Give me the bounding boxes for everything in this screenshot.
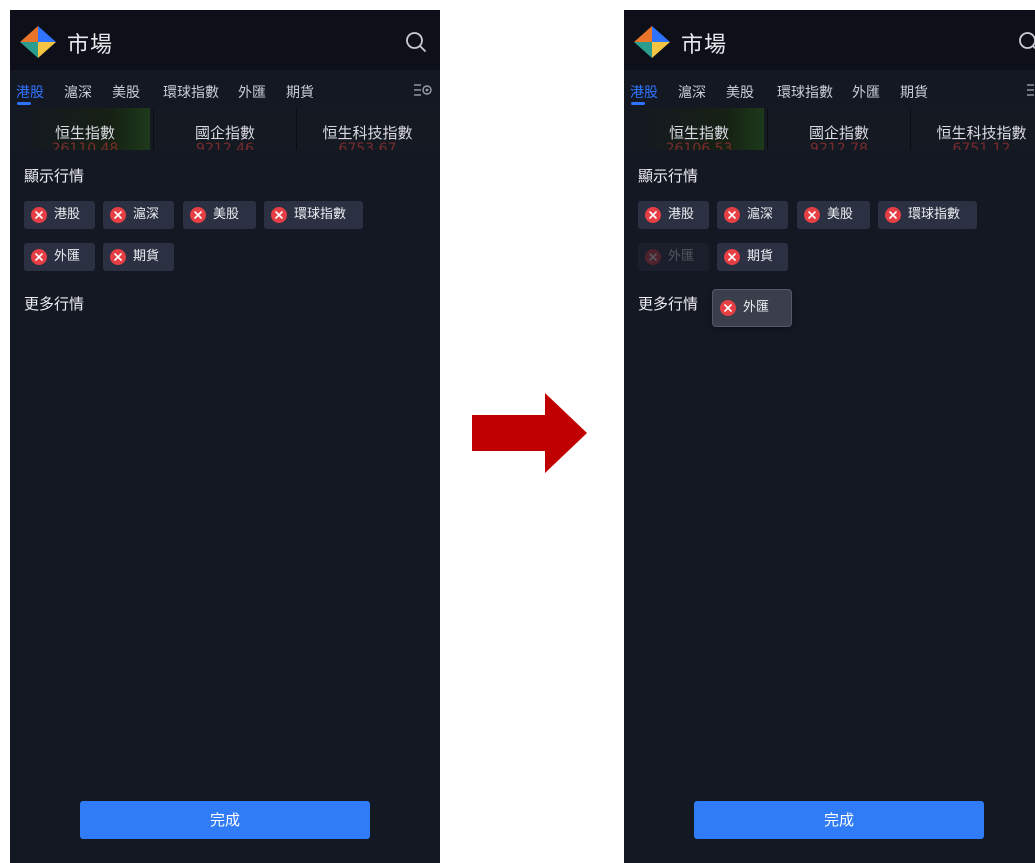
tab-us-stocks[interactable]: 美股 [726,82,754,102]
market-tabs: 港股 滬深 美股 環球指數 外匯 期貨 [624,70,1035,112]
chip-forex-placeholder: 外匯 [638,243,709,271]
right-arrow-icon [472,393,587,473]
remove-icon[interactable] [31,207,47,223]
edit-markets-panel: 顯示行情 港股 滬深 美股 環球指數 外匯 期貨 更多行情 [10,150,440,863]
chip-hk-stocks[interactable]: 港股 [638,201,709,229]
index-card[interactable]: 恒生科技指數 6753.67 [300,108,435,157]
tab-sh-sz[interactable]: 滬深 [678,82,706,102]
settings-icon[interactable] [1027,82,1035,98]
remove-icon[interactable] [110,207,126,223]
remove-icon[interactable] [724,249,740,265]
chip-futures[interactable]: 期貨 [717,243,788,271]
tab-forex[interactable]: 外匯 [852,82,880,102]
index-card[interactable]: 恒生指數 26106.53 [634,108,764,157]
tab-forex[interactable]: 外匯 [238,82,266,102]
chip-label: 期貨 [747,249,774,264]
dragging-chip-forex[interactable]: 外匯 [713,290,791,326]
chip-label: 美股 [827,207,854,222]
page-title: 市場 [681,33,728,58]
done-button[interactable]: 完成 [80,801,370,839]
app-logo-icon [20,26,56,58]
page-title: 市場 [67,33,114,58]
search-icon[interactable] [1017,30,1035,54]
chip-label: 期貨 [133,249,160,264]
tab-hk-stocks[interactable]: 港股 [16,82,44,102]
index-card[interactable]: 國企指數 9212.78 [774,108,904,157]
active-tab-indicator [17,102,31,105]
remove-icon [645,249,661,265]
index-name: 恒生指數 [668,124,729,142]
chip-sh-sz[interactable]: 滬深 [103,201,174,229]
remove-icon[interactable] [645,207,661,223]
chip-label: 滬深 [747,207,774,222]
chip-global-indices[interactable]: 環球指數 [878,201,977,229]
chip-label: 滬深 [133,207,160,222]
app-logo-icon [634,26,670,58]
phone-screen-before: 市場 港股 滬深 美股 環球指數 外匯 期貨 恒生指數 26110.48 國企指… [10,10,440,863]
index-cards: 恒生指數 26106.53 國企指數 9212.78 恒生科技指數 6751.1… [624,108,1035,157]
index-name: 恒生科技指數 [322,124,413,142]
chip-label: 外匯 [54,249,81,264]
more-section-title: 更多行情 [638,295,699,313]
remove-icon[interactable] [31,249,47,265]
remove-icon[interactable] [110,249,126,265]
remove-icon[interactable] [720,300,736,316]
display-section-title: 顯示行情 [24,167,85,185]
more-section-title: 更多行情 [24,295,85,313]
index-card[interactable]: 恒生科技指數 6751.12 [914,108,1035,157]
chip-label: 環球指數 [908,207,961,222]
tab-global-indices[interactable]: 環球指數 [163,82,219,102]
index-name: 恒生指數 [54,124,115,142]
chip-label: 美股 [213,207,240,222]
search-icon[interactable] [404,30,428,54]
active-tab-indicator [631,102,645,105]
chip-label: 環球指數 [294,207,347,222]
tab-futures[interactable]: 期貨 [900,82,928,102]
tab-hk-stocks[interactable]: 港股 [630,82,658,102]
chip-label: 港股 [54,207,81,222]
top-bar: 市場 [624,10,1035,70]
index-cards: 恒生指數 26110.48 國企指數 9212.46 恒生科技指數 6753.6… [10,108,440,157]
chip-hk-stocks[interactable]: 港股 [24,201,95,229]
done-button[interactable]: 完成 [694,801,984,839]
settings-icon[interactable] [414,82,432,98]
chip-forex[interactable]: 外匯 [24,243,95,271]
index-card[interactable]: 恒生指數 26110.48 [20,108,150,157]
edit-markets-panel: 顯示行情 港股 滬深 美股 環球指數 外匯 期貨 更多行情 外匯 [624,150,1035,863]
index-name: 國企指數 [808,124,869,142]
tab-sh-sz[interactable]: 滬深 [64,82,92,102]
index-name: 恒生科技指數 [936,124,1027,142]
remove-icon[interactable] [271,207,287,223]
phone-screen-after: 市場 港股 滬深 美股 環球指數 外匯 期貨 恒生指數 26106.53 國企指… [624,10,1035,863]
remove-icon[interactable] [190,207,206,223]
top-bar: 市場 [10,10,440,70]
tab-futures[interactable]: 期貨 [286,82,314,102]
chip-label: 外匯 [743,300,770,315]
chip-us-stocks[interactable]: 美股 [183,201,256,229]
remove-icon[interactable] [804,207,820,223]
chip-us-stocks[interactable]: 美股 [797,201,870,229]
tab-us-stocks[interactable]: 美股 [112,82,140,102]
remove-icon[interactable] [885,207,901,223]
chip-label: 港股 [668,207,695,222]
display-section-title: 顯示行情 [638,167,699,185]
chip-futures[interactable]: 期貨 [103,243,174,271]
market-tabs: 港股 滬深 美股 環球指數 外匯 期貨 [10,70,440,112]
chip-label: 外匯 [668,249,695,264]
tab-global-indices[interactable]: 環球指數 [777,82,833,102]
index-card[interactable]: 國企指數 9212.46 [160,108,290,157]
chip-global-indices[interactable]: 環球指數 [264,201,363,229]
index-name: 國企指數 [194,124,255,142]
chip-sh-sz[interactable]: 滬深 [717,201,788,229]
remove-icon[interactable] [724,207,740,223]
